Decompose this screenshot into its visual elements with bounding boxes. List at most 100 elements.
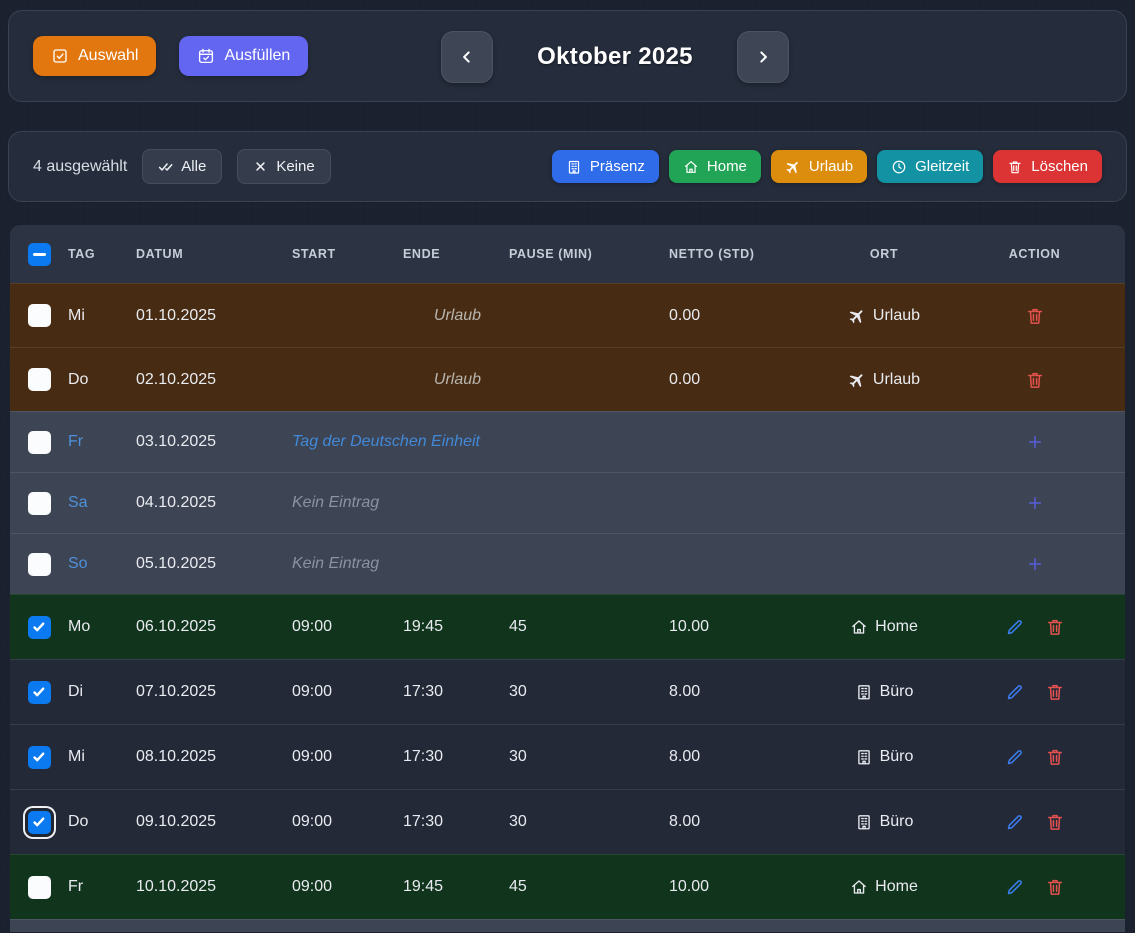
row-checkbox[interactable] bbox=[28, 553, 51, 576]
row-checkbox[interactable] bbox=[28, 811, 51, 834]
edit-button[interactable] bbox=[1005, 877, 1025, 897]
auswahl-button[interactable]: Auswahl bbox=[33, 36, 156, 76]
day-cell: Mi bbox=[68, 748, 136, 766]
edit-button[interactable] bbox=[1005, 812, 1025, 832]
bulk-action-label: Gleitzeit bbox=[915, 158, 969, 175]
pencil-icon bbox=[1005, 812, 1025, 832]
next-month-button[interactable] bbox=[737, 31, 789, 83]
ort-cell: Urlaub bbox=[824, 307, 944, 325]
delete-button[interactable] bbox=[1045, 617, 1065, 637]
select-all-button[interactable]: Alle bbox=[142, 149, 222, 184]
building-icon bbox=[855, 813, 873, 831]
loeschen-button[interactable]: Löschen bbox=[993, 150, 1102, 183]
action-cell bbox=[944, 370, 1125, 390]
delete-button[interactable] bbox=[1045, 747, 1065, 767]
toolbar: Auswahl Ausfüllen Oktober 2025 bbox=[8, 10, 1127, 102]
start-cell: 09:00 bbox=[292, 683, 403, 701]
table-row-01.10.2025: Mi01.10.2025Urlaub0.00Urlaub bbox=[10, 283, 1125, 347]
pencil-icon bbox=[1005, 877, 1025, 897]
pencil-icon bbox=[1005, 747, 1025, 767]
column-header-4: PAUSE (MIN) bbox=[509, 247, 669, 261]
x-icon bbox=[253, 159, 268, 174]
row-checkbox[interactable] bbox=[28, 492, 51, 515]
gleitzeit-button[interactable]: Gleitzeit bbox=[877, 150, 983, 183]
delete-button[interactable] bbox=[1045, 877, 1065, 897]
plane-icon bbox=[782, 155, 805, 178]
delete-button[interactable] bbox=[1025, 370, 1045, 390]
indeterminate-mark bbox=[33, 253, 46, 256]
plane-icon bbox=[844, 367, 869, 392]
ende-cell: 19:45 bbox=[403, 878, 509, 896]
date-cell: 07.10.2025 bbox=[136, 683, 292, 701]
delete-button[interactable] bbox=[1025, 306, 1045, 326]
column-header-7: ACTION bbox=[944, 247, 1125, 261]
date-cell: 10.10.2025 bbox=[136, 878, 292, 896]
date-cell: 09.10.2025 bbox=[136, 813, 292, 831]
delete-button[interactable] bbox=[1045, 682, 1065, 702]
table-row-06.10.2025: Mo06.10.202509:0019:454510.00Home bbox=[10, 594, 1125, 659]
ende-cell: 17:30 bbox=[403, 683, 509, 701]
netto-cell: 8.00 bbox=[669, 813, 824, 831]
building-icon bbox=[855, 683, 873, 701]
day-cell: So bbox=[68, 555, 136, 573]
trash-icon bbox=[1025, 370, 1045, 390]
select-all-checkbox[interactable] bbox=[28, 243, 51, 266]
table-row-04.10.2025: Sa04.10.2025Kein Eintrag bbox=[10, 472, 1125, 533]
row-checkbox[interactable] bbox=[28, 876, 51, 899]
urlaub-button[interactable]: Urlaub bbox=[771, 150, 867, 183]
selected-count: 4 ausgewählt bbox=[33, 158, 127, 176]
day-cell: Mi bbox=[68, 307, 136, 325]
row-checkbox[interactable] bbox=[28, 431, 51, 454]
home-button[interactable]: Home bbox=[669, 150, 761, 183]
table-row-03.10.2025: Fr03.10.2025Tag der Deutschen Einheit bbox=[10, 411, 1125, 472]
note-cell: Kein Eintrag bbox=[292, 494, 824, 512]
row-checkbox[interactable] bbox=[28, 368, 51, 391]
prev-month-button[interactable] bbox=[441, 31, 493, 83]
select-all-label: Alle bbox=[181, 158, 206, 175]
bulk-action-label: Löschen bbox=[1031, 158, 1088, 175]
day-cell: Mo bbox=[68, 618, 136, 636]
row-checkbox[interactable] bbox=[28, 616, 51, 639]
check-icon bbox=[31, 814, 47, 830]
check-icon bbox=[31, 749, 47, 765]
delete-button[interactable] bbox=[1045, 812, 1065, 832]
bulk-action-label: Home bbox=[707, 158, 747, 175]
pause-cell: 45 bbox=[509, 878, 669, 896]
row-checkbox[interactable] bbox=[28, 746, 51, 769]
ausfuellen-button[interactable]: Ausfüllen bbox=[179, 36, 308, 76]
netto-cell: 10.00 bbox=[669, 618, 824, 636]
column-header-3: ENDE bbox=[403, 247, 509, 261]
edit-button[interactable] bbox=[1005, 747, 1025, 767]
date-cell: 08.10.2025 bbox=[136, 748, 292, 766]
add-button[interactable] bbox=[1025, 493, 1045, 513]
start-cell: 09:00 bbox=[292, 813, 403, 831]
action-cell bbox=[944, 493, 1125, 513]
ort-cell: Büro bbox=[824, 683, 944, 701]
chevron-right-icon bbox=[753, 47, 773, 67]
date-cell: 04.10.2025 bbox=[136, 494, 292, 512]
netto-cell: 8.00 bbox=[669, 683, 824, 701]
double-check-icon bbox=[158, 159, 173, 174]
row-checkbox[interactable] bbox=[28, 304, 51, 327]
praesenz-button[interactable]: Präsenz bbox=[552, 150, 659, 183]
ort-cell: Büro bbox=[824, 813, 944, 831]
trash-icon bbox=[1045, 682, 1065, 702]
ort-label: Home bbox=[875, 618, 918, 636]
add-button[interactable] bbox=[1025, 554, 1045, 574]
home-icon bbox=[683, 159, 699, 175]
check-icon bbox=[31, 619, 47, 635]
select-none-button[interactable]: Keine bbox=[237, 149, 330, 184]
action-cell bbox=[944, 554, 1125, 574]
note-cell: Urlaub bbox=[292, 371, 669, 389]
action-cell bbox=[944, 682, 1125, 702]
row-checkbox[interactable] bbox=[28, 681, 51, 704]
pause-cell: 45 bbox=[509, 618, 669, 636]
ende-cell: 17:30 bbox=[403, 748, 509, 766]
edit-button[interactable] bbox=[1005, 682, 1025, 702]
column-header-1: DATUM bbox=[136, 247, 292, 261]
ort-cell: Urlaub bbox=[824, 371, 944, 389]
add-button[interactable] bbox=[1025, 432, 1045, 452]
edit-button[interactable] bbox=[1005, 617, 1025, 637]
check-square-icon bbox=[51, 47, 69, 65]
note-cell: Urlaub bbox=[292, 307, 669, 325]
